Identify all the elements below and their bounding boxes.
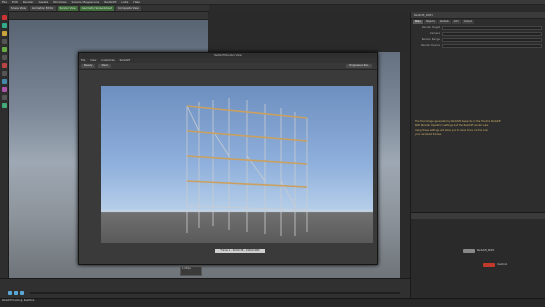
timeline-track[interactable] bbox=[30, 292, 400, 294]
tab-scene-view[interactable]: Scene View bbox=[9, 6, 28, 11]
param-row: Render Target bbox=[414, 25, 542, 30]
menu-file[interactable]: File bbox=[0, 0, 9, 5]
play-back-icon[interactable] bbox=[8, 291, 12, 295]
tab-output[interactable]: Output bbox=[461, 20, 475, 24]
pane-tab-bar: Scene View Animation Editor Render View … bbox=[9, 5, 209, 12]
params-tabs: Main Objects Globals AOV Output bbox=[413, 20, 543, 24]
play-icon[interactable] bbox=[14, 291, 18, 295]
info-line: The final image generated by Redshift de… bbox=[415, 120, 501, 123]
param-label: Render Device bbox=[421, 44, 440, 47]
status-bar: Redshift tracking: Realtime bbox=[0, 298, 545, 307]
render-caption: Frame 1 - 00:00:38 - 1920x1080 bbox=[215, 249, 265, 253]
menu-file-rv[interactable]: File bbox=[81, 59, 85, 62]
params-spacer bbox=[411, 49, 545, 119]
aov-dropdown[interactable]: Beauty bbox=[81, 64, 96, 68]
select-tool-icon[interactable] bbox=[2, 15, 7, 20]
node-redshift-rop[interactable] bbox=[463, 249, 475, 253]
left-toolbar bbox=[0, 12, 9, 295]
move-tool-icon[interactable] bbox=[2, 23, 7, 28]
tab-animation-editor[interactable]: Animation Editor bbox=[29, 6, 56, 11]
timeline[interactable] bbox=[0, 278, 410, 298]
pose-tool-icon[interactable] bbox=[2, 55, 7, 60]
scale-tool-icon[interactable] bbox=[2, 39, 7, 44]
info-line: ROP (Render Operator) settings and the R… bbox=[415, 124, 489, 128]
network-view-header bbox=[411, 213, 545, 219]
handle-tool-icon[interactable] bbox=[2, 47, 7, 52]
param-field[interactable] bbox=[442, 31, 542, 36]
info-line: Using these settings will allow you to h… bbox=[415, 128, 489, 132]
tab-aov[interactable]: AOV bbox=[451, 20, 461, 24]
network-editor-top[interactable] bbox=[208, 12, 408, 52]
tab-main[interactable]: Main bbox=[413, 20, 423, 24]
render-stats: 1.03fps bbox=[180, 266, 202, 276]
param-label: Render Target bbox=[421, 26, 440, 29]
tab-geometry-spreadsheet[interactable]: Geometry Spreadsheet bbox=[79, 6, 114, 11]
param-row: Camera bbox=[414, 31, 542, 36]
camera-tool-icon[interactable] bbox=[2, 79, 7, 84]
stack-dropdown[interactable]: Stack bbox=[98, 64, 112, 68]
info-line: your rendered frames. bbox=[415, 133, 442, 137]
render-image bbox=[101, 86, 373, 243]
menu-customize-rv[interactable]: Customize bbox=[101, 59, 115, 62]
render-toolbar: Beauty Stack Progressive Ren. bbox=[79, 63, 377, 70]
param-field[interactable] bbox=[442, 37, 542, 42]
tab-render-view[interactable]: Render View bbox=[57, 6, 78, 11]
param-row: Render Range bbox=[414, 37, 542, 42]
shading-tool-icon[interactable] bbox=[2, 103, 7, 108]
scaffold-illustration bbox=[186, 98, 308, 236]
stop-icon[interactable] bbox=[20, 291, 24, 295]
network-view[interactable]: Redshift_ROP1 mantra1 bbox=[410, 212, 545, 298]
snap-tool-icon[interactable] bbox=[2, 63, 7, 68]
progressive-dropdown[interactable]: Progressive Ren. bbox=[346, 64, 372, 68]
render-view-window[interactable]: Redshift Render View File View Customize… bbox=[78, 52, 378, 265]
node-mantra[interactable] bbox=[483, 263, 495, 267]
param-field[interactable] bbox=[442, 25, 542, 30]
params-title: Redshift_ROP1 bbox=[411, 12, 545, 19]
view-tool-icon[interactable] bbox=[2, 71, 7, 76]
tab-composite-view[interactable]: Composite View bbox=[115, 6, 141, 11]
param-label: Render Range bbox=[421, 38, 440, 41]
param-label: Camera bbox=[429, 32, 440, 35]
param-field[interactable] bbox=[442, 43, 542, 48]
node-label: Redshift_ROP1 bbox=[477, 249, 495, 252]
tab-globals[interactable]: Globals bbox=[437, 20, 451, 24]
tab-objects[interactable]: Objects bbox=[423, 20, 437, 24]
node-label: mantra1 bbox=[497, 263, 508, 266]
display-tool-icon[interactable] bbox=[2, 95, 7, 100]
menu-view-rv[interactable]: View bbox=[90, 59, 96, 62]
rotate-tool-icon[interactable] bbox=[2, 31, 7, 36]
light-tool-icon[interactable] bbox=[2, 87, 7, 92]
parameter-pane: Redshift_ROP1 Main Objects Globals AOV O… bbox=[410, 12, 545, 212]
param-row: Render Device bbox=[414, 43, 542, 48]
menu-redshift-rv[interactable]: Redshift bbox=[120, 59, 131, 62]
